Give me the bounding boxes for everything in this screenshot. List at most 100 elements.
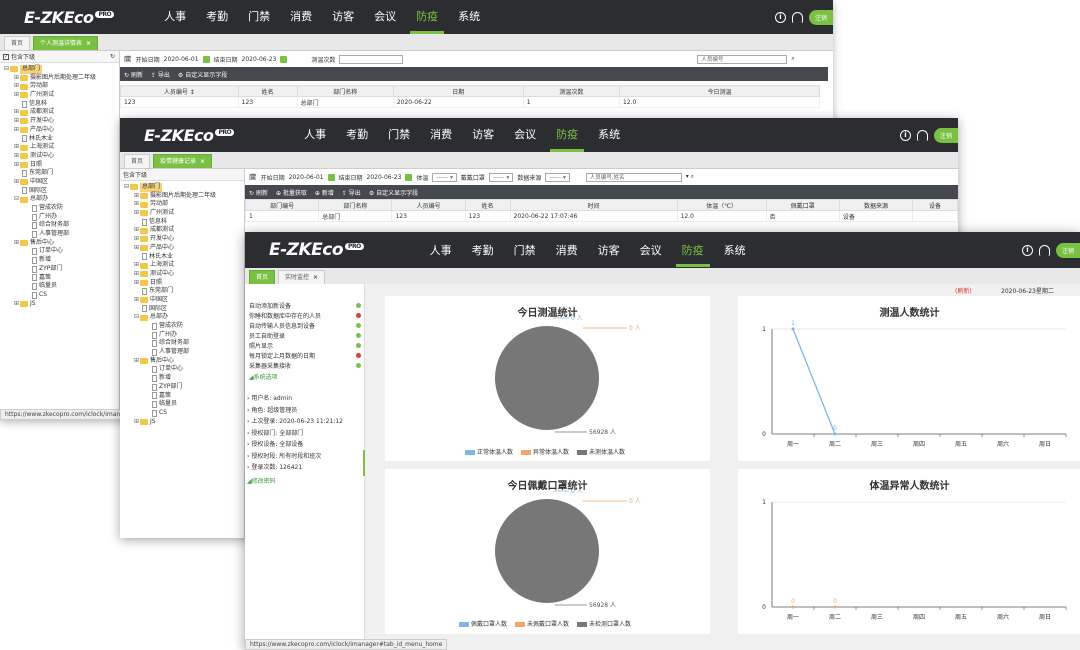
tree-node[interactable]: 新增 xyxy=(124,374,244,383)
tree-node[interactable]: 订单中心 xyxy=(124,365,244,374)
tree-node[interactable]: ⊞ 日照 xyxy=(4,161,119,170)
tree-node[interactable]: 临量员 xyxy=(124,400,244,409)
nav-access[interactable]: 门禁 xyxy=(378,118,420,152)
system-options-link[interactable]: ◢系统选项 xyxy=(249,372,361,381)
tree-node[interactable]: 林氏木业 xyxy=(4,135,119,144)
export-button[interactable]: ⇪ 导出 xyxy=(342,188,361,197)
nav-epidemic[interactable]: 防疫 xyxy=(406,0,448,34)
nav-epidemic[interactable]: 防疫 xyxy=(546,118,588,152)
refresh-note[interactable]: (刷新) xyxy=(955,286,972,295)
tree-node[interactable]: ⊞ 测试中心 xyxy=(124,270,244,279)
tab-home[interactable]: 首页 xyxy=(249,270,276,284)
tree-node[interactable]: 营成农防 xyxy=(124,322,244,331)
column-header[interactable]: 姓名 xyxy=(237,85,298,97)
tree-node[interactable]: ⊞ 摄影图片后期处理二年级 xyxy=(4,74,119,83)
nav-attendance[interactable]: 考勤 xyxy=(462,233,504,267)
search-icon[interactable]: ⌕ xyxy=(791,55,794,63)
custom-fields-button[interactable]: ⚙ 自定义显示字段 xyxy=(369,188,418,197)
tree-node[interactable]: ⊞ 上海测试 xyxy=(4,143,119,152)
tree-node[interactable]: ZYP部门 xyxy=(124,383,244,392)
tab-health-records[interactable]: 疫情健康记录 × xyxy=(153,154,213,168)
tree-node[interactable]: ⊞ 劳动部 xyxy=(4,82,119,91)
calendar-icon[interactable] xyxy=(202,55,210,63)
refresh-button[interactable]: ↻ 刷新 xyxy=(249,188,268,197)
task-item[interactable]: 自动添加新设备 xyxy=(249,300,361,310)
mask-select[interactable]: ------ ▾ xyxy=(488,172,514,182)
tree-node[interactable]: 信息科 xyxy=(4,100,119,109)
column-header[interactable]: 设备 xyxy=(912,199,958,211)
tree-node[interactable]: ⊟ 总部门 xyxy=(4,65,119,74)
tree-node[interactable]: ⊞ 日照 xyxy=(124,279,244,288)
tree-node[interactable]: ⊟ 总部办 xyxy=(4,195,119,204)
column-header[interactable]: 时间 xyxy=(509,199,678,211)
task-item[interactable]: 每月锁定上月数据的日期 xyxy=(249,350,361,360)
data-point[interactable] xyxy=(791,605,795,609)
column-header[interactable]: 体温（℃） xyxy=(676,199,767,211)
tab-home[interactable]: 首页 xyxy=(124,154,151,168)
headset-icon[interactable] xyxy=(1038,244,1050,256)
tree-node[interactable]: ⊞ 中国区 xyxy=(4,178,119,187)
column-header[interactable]: 测温次数 xyxy=(522,85,621,97)
add-button[interactable]: ⊕ 新增 xyxy=(315,188,334,197)
export-button[interactable]: ⇪ 导出 xyxy=(151,70,170,79)
legend-item[interactable]: 异常体温人数 xyxy=(521,447,569,456)
close-icon[interactable]: × xyxy=(313,274,318,281)
tree-node[interactable]: ⊞ 成都测试 xyxy=(4,108,119,117)
nav-hr[interactable]: 人事 xyxy=(294,118,336,152)
tree-node[interactable]: 营成农防 xyxy=(4,204,119,213)
legend-item[interactable]: 佩戴口罩人数 xyxy=(459,619,507,628)
tree-node[interactable]: 东莞部门 xyxy=(124,287,244,296)
calendar-icon[interactable] xyxy=(280,55,288,63)
legend-item[interactable]: 未测体温人数 xyxy=(577,447,625,456)
legend-item[interactable]: 未佩戴口罩人数 xyxy=(515,619,569,628)
nav-consume[interactable]: 消费 xyxy=(280,0,322,34)
close-icon[interactable]: × xyxy=(86,40,91,47)
tree-node[interactable]: ⊞ 中国区 xyxy=(124,296,244,305)
task-item[interactable]: 自动传输人员信息到设备 xyxy=(249,320,361,330)
data-point[interactable] xyxy=(791,327,795,331)
nav-consume[interactable]: 消费 xyxy=(546,233,588,267)
tree-node[interactable]: ⊞ 劳动部 xyxy=(124,200,244,209)
column-header[interactable]: 人员编号 xyxy=(391,199,466,211)
tree-node[interactable]: ⊞ 成都测试 xyxy=(124,226,244,235)
tree-node[interactable]: CS xyxy=(124,409,244,418)
column-header[interactable]: 日期 xyxy=(392,85,524,97)
tree-node[interactable]: ⊞ 广州测试 xyxy=(4,91,119,100)
tree-node[interactable]: ⊞ 产品中心 xyxy=(4,126,119,135)
nav-system[interactable]: 系统 xyxy=(448,0,490,34)
count-input[interactable] xyxy=(339,54,404,64)
logout-button[interactable]: 注销 xyxy=(933,127,958,143)
column-header[interactable]: 人员编号 ↕ xyxy=(120,85,239,97)
task-item[interactable]: 你睡和数据库中存在的人员 xyxy=(249,310,361,320)
nav-hr[interactable]: 人事 xyxy=(154,0,196,34)
tree-node[interactable]: 综合财务部 xyxy=(4,221,119,230)
tree-node[interactable]: ⊞ JS xyxy=(4,300,119,309)
headset-icon[interactable] xyxy=(791,11,803,23)
temp-select[interactable]: ------ ▾ xyxy=(432,172,457,182)
info-icon[interactable]: i xyxy=(1021,244,1033,256)
tree-node[interactable]: 嘉策 xyxy=(124,392,244,401)
task-item[interactable]: 照片显示 xyxy=(249,340,361,350)
calendar-icon[interactable] xyxy=(327,173,335,181)
tree-node[interactable]: 新增 xyxy=(4,256,119,265)
tree-node[interactable]: ⊟ 总部门 xyxy=(124,183,244,192)
tree-node[interactable]: ⊟ 总部办 xyxy=(124,313,244,322)
tree-node[interactable]: 订单中心 xyxy=(4,247,119,256)
change-password-link[interactable]: ◢修改密码 xyxy=(247,476,364,488)
table-row[interactable]: 123 123 总部门 2020-06-22 1 12.0 xyxy=(120,96,820,108)
pie-slice[interactable] xyxy=(495,499,599,603)
include-sub-checkbox[interactable]: ✓ xyxy=(3,53,9,60)
tree-node[interactable]: ⊞ JS xyxy=(124,418,244,427)
column-header[interactable]: 姓名 xyxy=(464,199,511,211)
refresh-icon[interactable]: ↻ xyxy=(110,53,115,60)
search-input[interactable]: 人员编号 xyxy=(697,54,788,64)
nav-visitor[interactable]: 访客 xyxy=(588,233,630,267)
tab-realtime-monitor[interactable]: 实时监控 × xyxy=(278,270,326,284)
task-item[interactable]: 采集器采集接收 xyxy=(249,360,361,370)
legend-item[interactable]: 未检测口罩人数 xyxy=(577,619,631,628)
nav-epidemic[interactable]: 防疫 xyxy=(672,233,714,267)
start-date-input[interactable]: 2020-06-01 xyxy=(289,174,324,181)
tree-node[interactable]: ⊞ 售后中心 xyxy=(124,357,244,366)
nav-visitor[interactable]: 访客 xyxy=(322,0,364,34)
tree-node[interactable]: 嘉策 xyxy=(4,274,119,283)
